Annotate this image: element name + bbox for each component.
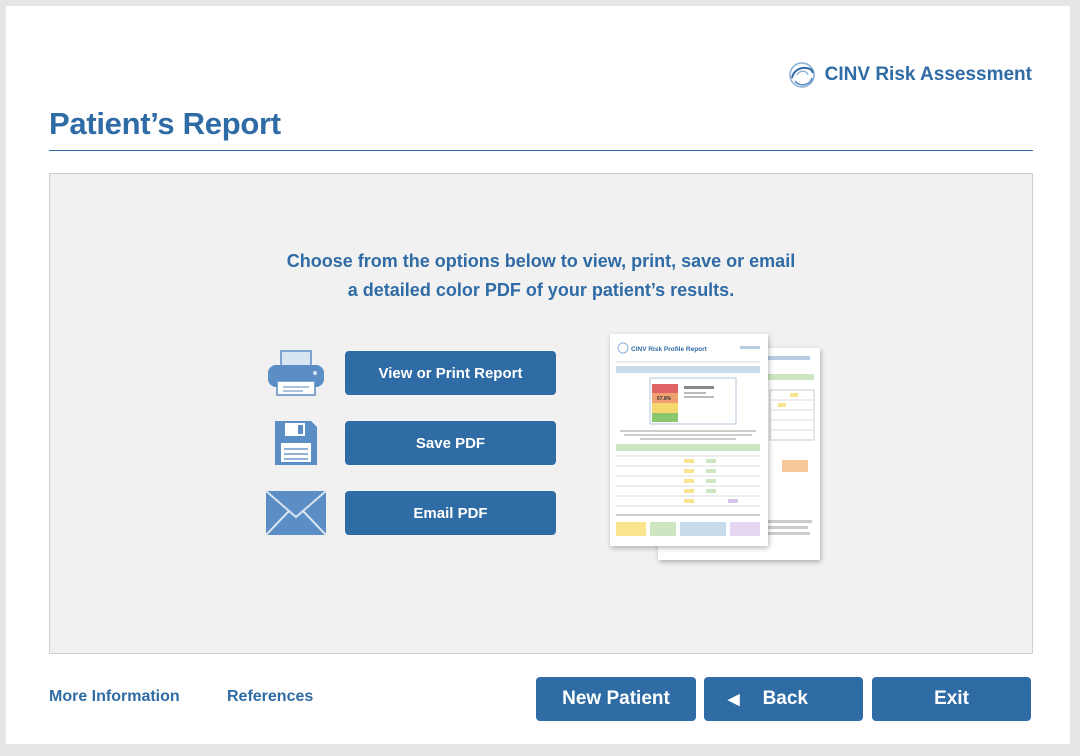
envelope-icon (264, 489, 328, 537)
save-pdf-button[interactable]: Save PDF (345, 421, 556, 465)
back-button-label: Back (762, 688, 808, 709)
email-pdf-row: Email PDF (264, 489, 556, 537)
app-window: CINV Risk Assessment Patient’s Report Ch… (6, 6, 1070, 744)
preview-risk-score: 67.8% (657, 396, 672, 402)
more-information-link[interactable]: More Information (49, 688, 180, 706)
preview-report-title: CINV Risk Profile Report (631, 346, 708, 353)
left-arrow-icon: ◀ (728, 691, 740, 708)
report-preview: CINV Risk Profile Report 67.8% (610, 334, 830, 566)
view-print-row: View or Print Report (264, 349, 556, 397)
new-patient-button[interactable]: New Patient (536, 677, 696, 721)
swirl-logo-icon (785, 60, 819, 90)
references-link[interactable]: References (227, 688, 313, 706)
app-name: CINV Risk Assessment (824, 64, 1032, 85)
back-button[interactable]: ◀ Back (704, 677, 863, 721)
brand-header: CINV Risk Assessment (785, 60, 1032, 90)
email-pdf-button[interactable]: Email PDF (345, 491, 556, 535)
report-preview-page-1: CINV Risk Profile Report 67.8% (610, 334, 768, 546)
report-options-panel: Choose from the options below to view, p… (49, 173, 1033, 654)
view-print-report-button[interactable]: View or Print Report (345, 351, 556, 395)
instructions-line-2: a detailed color PDF of your patient’s r… (347, 280, 735, 300)
instructions-line-1: Choose from the options below to view, p… (286, 251, 796, 271)
save-pdf-row: Save PDF (264, 419, 556, 467)
floppy-disk-icon (264, 419, 328, 467)
instructions-text: Choose from the options below to view, p… (50, 247, 1032, 305)
exit-button[interactable]: Exit (872, 677, 1031, 721)
page-title: Patient’s Report (49, 106, 281, 141)
back-button-content: ◀ Back (710, 688, 857, 710)
printer-icon (264, 349, 328, 397)
title-divider (49, 150, 1033, 151)
